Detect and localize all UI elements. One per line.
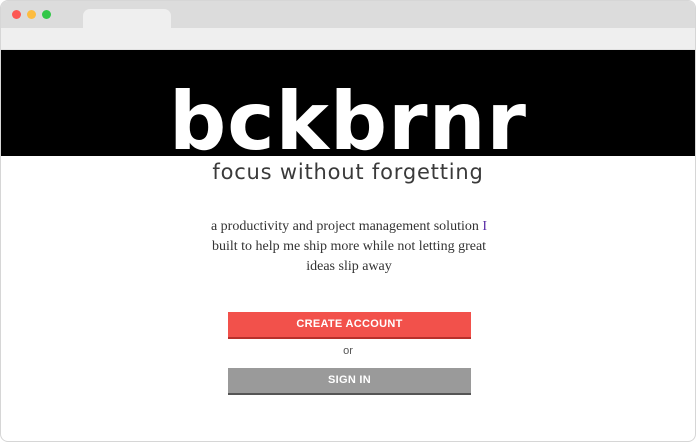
app-logo: bckbrnr: [168, 75, 527, 168]
browser-toolbar: [1, 28, 695, 50]
intro-text-rest: built to help me ship more while not let…: [211, 239, 487, 274]
maximize-window-icon[interactable]: [42, 10, 51, 19]
create-account-button[interactable]: CREATE ACCOUNT: [228, 312, 471, 339]
browser-tab[interactable]: [83, 9, 171, 28]
intro-text-start: a productivity and project management so…: [210, 219, 479, 234]
tagline: focus without forgetting: [212, 160, 484, 184]
intro-text: a productivity and project management so…: [199, 217, 499, 277]
intro-text-pronoun: I: [482, 219, 488, 234]
title-bar: [1, 1, 695, 28]
sign-in-button[interactable]: SIGN IN: [228, 368, 471, 395]
minimize-window-icon[interactable]: [27, 10, 36, 19]
or-separator: or: [343, 345, 353, 357]
browser-window: bckbrnr focus without forgetting a produ…: [0, 0, 696, 442]
close-window-icon[interactable]: [12, 10, 21, 19]
